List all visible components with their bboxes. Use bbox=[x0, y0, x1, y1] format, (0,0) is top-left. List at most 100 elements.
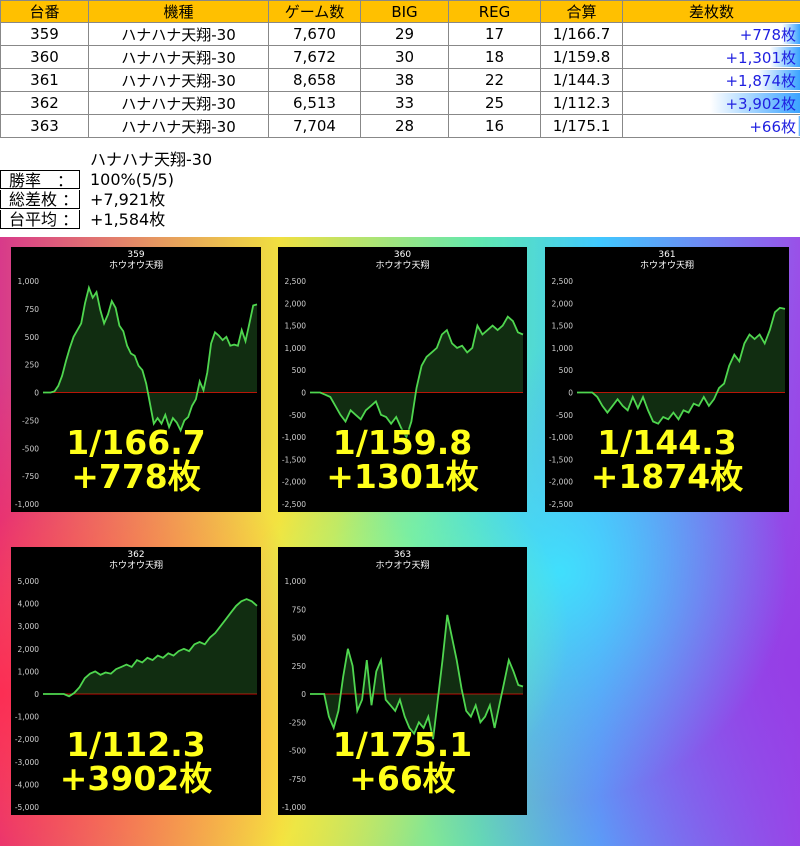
cell-model: ハナハナ天翔-30 bbox=[88, 68, 269, 92]
y-tick-label: 2,000 bbox=[552, 299, 574, 308]
y-tick-label: 0 bbox=[34, 389, 39, 398]
win-rate-value: 100%(5/5) bbox=[90, 170, 174, 189]
y-tick-label: 500 bbox=[292, 366, 307, 375]
cell-big: 28 bbox=[360, 114, 449, 138]
cell-diff-text: +66枚 bbox=[749, 117, 796, 136]
cell-no: 362 bbox=[0, 91, 89, 115]
cell-big: 33 bbox=[360, 91, 449, 115]
col-header-big: BIG bbox=[360, 0, 449, 23]
series-area bbox=[43, 287, 257, 431]
col-header-no: 台番 bbox=[0, 0, 89, 23]
chart-title: 360 bbox=[393, 250, 412, 260]
table-row: 359 ハナハナ天翔-30 7,670 29 17 1/166.7 +778枚 bbox=[0, 22, 800, 46]
chart-359: 1,000 750 500 250 0 -250 -500 -750 -1,000 359 ホウオウ… bbox=[11, 247, 261, 512]
cell-model: ハナハナ天翔-30 bbox=[88, 114, 269, 138]
y-tick-label: 2,500 bbox=[552, 277, 574, 286]
series-area bbox=[43, 599, 257, 697]
y-tick-label: 2,500 bbox=[285, 277, 307, 286]
total-label: 総差枚 ： bbox=[0, 190, 80, 209]
col-header-model: 機種 bbox=[88, 0, 269, 23]
cell-combined: 1/166.7 bbox=[540, 22, 623, 46]
chart-363: 1,000 750 500 250 0 -250 -500 -750 -1,000 363 ホウオウ… bbox=[278, 547, 527, 815]
overlay-combined-rate: 1/112.3 bbox=[66, 724, 206, 764]
col-header-combined: 合算 bbox=[540, 0, 623, 23]
y-tick-label: 1,000 bbox=[285, 577, 307, 586]
cell-no: 363 bbox=[0, 114, 89, 138]
chart-panel: 1,000 750 500 250 0 -250 -500 -750 -1,000 359 ホウオウ… bbox=[0, 237, 800, 846]
series-area bbox=[310, 316, 523, 438]
cell-reg: 17 bbox=[448, 22, 541, 46]
col-header-games: ゲーム数 bbox=[268, 0, 361, 23]
chart-title: 363 bbox=[393, 550, 412, 560]
y-tick-label: 1,500 bbox=[285, 322, 307, 331]
cell-big: 38 bbox=[360, 68, 449, 92]
table-row: 363 ハナハナ天翔-30 7,704 28 16 1/175.1 +66枚 bbox=[0, 114, 800, 138]
y-tick-label: -1,000 bbox=[15, 713, 39, 722]
cell-diff-text: +1,301枚 bbox=[725, 48, 796, 67]
overlay-diff: +66枚 bbox=[349, 758, 456, 798]
summary-avg-row: 台平均 ： +1,584枚 bbox=[0, 210, 165, 230]
cell-games: 7,670 bbox=[268, 22, 361, 46]
y-tick-label: -2,500 bbox=[549, 500, 573, 509]
y-tick-label: 500 bbox=[559, 366, 574, 375]
cell-diff-text: +778枚 bbox=[739, 25, 796, 44]
avg-value: +1,584枚 bbox=[90, 210, 166, 229]
cell-no: 360 bbox=[0, 45, 89, 69]
y-tick-label: 500 bbox=[292, 634, 307, 643]
cell-reg: 16 bbox=[448, 114, 541, 138]
col-header-diff: 差枚数 bbox=[622, 0, 800, 23]
overlay-combined-rate: 1/159.8 bbox=[332, 422, 473, 462]
table-row: 360 ハナハナ天翔-30 7,672 30 18 1/159.8 +1,301枚 bbox=[0, 45, 800, 69]
cell-model: ハナハナ天翔-30 bbox=[88, 45, 269, 69]
chart-subtitle: ホウオウ天翔 bbox=[108, 261, 163, 271]
summary-win-rate-row: 勝率 ： 100%(5/5) bbox=[0, 170, 174, 190]
y-tick-label: 3,000 bbox=[18, 622, 40, 631]
y-tick-label: 2,000 bbox=[285, 299, 307, 308]
cell-combined: 1/159.8 bbox=[540, 45, 623, 69]
y-tick-label: -1,000 bbox=[15, 500, 39, 509]
y-tick-label: 1,000 bbox=[285, 344, 307, 353]
total-value: +7,921枚 bbox=[90, 190, 166, 209]
y-tick-label: 5,000 bbox=[18, 577, 40, 586]
avg-label: 台平均 ： bbox=[0, 210, 80, 229]
y-tick-label: 0 bbox=[301, 690, 306, 699]
y-tick-label: 1,000 bbox=[18, 277, 40, 286]
chart-subtitle: ホウオウ天翔 bbox=[639, 261, 694, 271]
cell-no: 361 bbox=[0, 68, 89, 92]
overlay-combined-rate: 1/144.3 bbox=[597, 422, 737, 462]
cell-model: ハナハナ天翔-30 bbox=[88, 22, 269, 46]
table-header-row: 台番 機種 ゲーム数 BIG REG 合算 差枚数 bbox=[0, 0, 800, 23]
y-tick-label: 750 bbox=[25, 305, 40, 314]
win-rate-label: 勝率 ： bbox=[0, 170, 80, 190]
cell-diff-text: +3,902枚 bbox=[725, 94, 796, 113]
y-tick-label: 250 bbox=[25, 361, 40, 370]
cell-diff-text: +1,874枚 bbox=[725, 71, 796, 90]
cell-games: 7,704 bbox=[268, 114, 361, 138]
chart-subtitle: ホウオウ天翔 bbox=[375, 261, 430, 271]
cell-combined: 1/112.3 bbox=[540, 91, 623, 115]
cell-games: 6,513 bbox=[268, 91, 361, 115]
y-tick-label: 4,000 bbox=[18, 600, 40, 609]
table-row: 361 ハナハナ天翔-30 8,658 38 22 1/144.3 +1,874枚 bbox=[0, 68, 800, 92]
y-tick-label: 0 bbox=[301, 389, 306, 398]
cell-diff: +1,301枚 bbox=[622, 45, 800, 69]
y-tick-label: 1,000 bbox=[552, 344, 574, 353]
cell-diff: +1,874枚 bbox=[622, 68, 800, 92]
cell-reg: 22 bbox=[448, 68, 541, 92]
cell-combined: 1/175.1 bbox=[540, 114, 623, 138]
y-tick-label: 250 bbox=[292, 662, 307, 671]
overlay-diff: +3902枚 bbox=[59, 758, 213, 798]
cell-diff: +3,902枚 bbox=[622, 91, 800, 115]
cell-no: 359 bbox=[0, 22, 89, 46]
chart-subtitle: ホウオウ天翔 bbox=[375, 561, 430, 571]
overlay-diff: +1874枚 bbox=[590, 456, 744, 496]
y-tick-label: -500 bbox=[289, 411, 306, 420]
cell-games: 7,672 bbox=[268, 45, 361, 69]
cell-diff: +66枚 bbox=[622, 114, 800, 138]
y-tick-label: -500 bbox=[556, 411, 573, 420]
cell-games: 8,658 bbox=[268, 68, 361, 92]
cell-big: 30 bbox=[360, 45, 449, 69]
cell-reg: 25 bbox=[448, 91, 541, 115]
table-row: 362 ハナハナ天翔-30 6,513 33 25 1/112.3 +3,902枚 bbox=[0, 91, 800, 115]
chart-361: 2,500 2,000 1,500 1,000 500 0 -500 -1,000 -1,500… bbox=[545, 247, 789, 512]
